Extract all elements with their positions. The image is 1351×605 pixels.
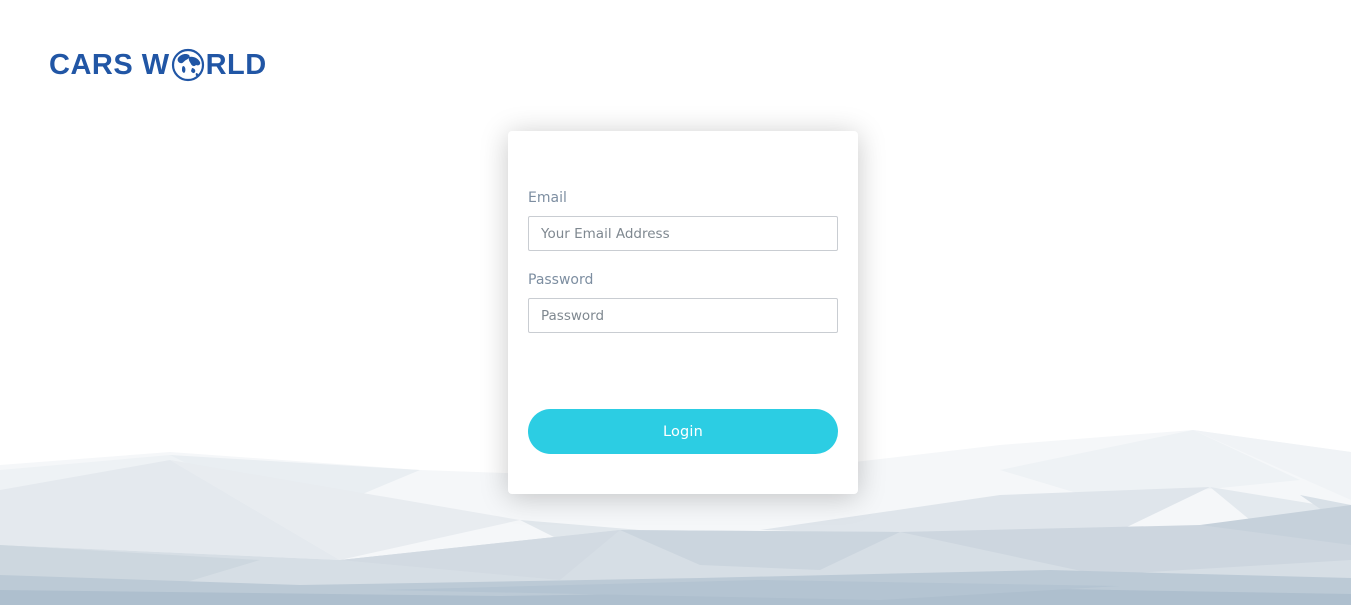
login-card: Email Password Login (508, 131, 858, 494)
brand-name-prefix: CARS W (49, 49, 170, 81)
login-page: CARS W RLD Email Password Login (0, 0, 1351, 605)
login-button[interactable]: Login (528, 409, 838, 454)
brand-logo: CARS W RLD (49, 47, 267, 83)
brand-name-suffix: RLD (205, 49, 267, 81)
password-field[interactable] (528, 298, 838, 333)
email-field[interactable] (528, 216, 838, 251)
email-label: Email (528, 190, 567, 206)
globe-icon (171, 48, 204, 82)
password-label: Password (528, 272, 594, 288)
